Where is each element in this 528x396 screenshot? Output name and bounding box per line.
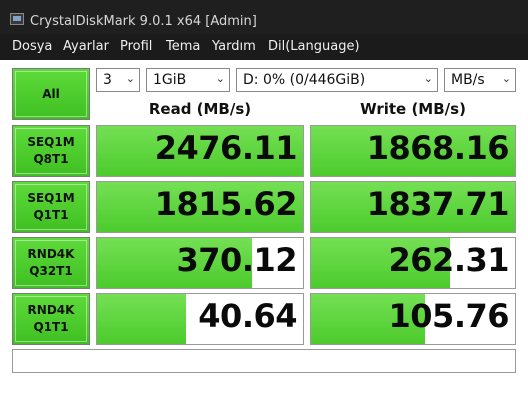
- unit-select[interactable]: MB/s ⌄: [444, 68, 516, 92]
- menu-language[interactable]: Dil(Language): [268, 39, 360, 54]
- size-value: 1GiB: [153, 72, 187, 88]
- window-title: CrystalDiskMark 9.0.1 x64 [Admin]: [30, 14, 257, 29]
- menu-yardim[interactable]: Yardım: [212, 39, 256, 54]
- test-button-seq1m-q1t1[interactable]: SEQ1M Q1T1: [12, 181, 90, 233]
- read-value: 370.12: [176, 241, 298, 279]
- test-button-rnd4k-q1t1[interactable]: RND4K Q1T1: [12, 293, 90, 345]
- count-select[interactable]: 3 ⌄: [96, 68, 140, 92]
- chevron-down-icon: ⌄: [501, 72, 511, 85]
- write-result: 262.31: [310, 237, 516, 289]
- read-value: 40.64: [198, 297, 297, 335]
- comment-field[interactable]: [12, 349, 516, 373]
- read-bar: [97, 294, 186, 344]
- write-value: 105.76: [388, 297, 510, 335]
- read-result: 1815.62: [96, 181, 304, 233]
- chevron-down-icon: ⌄: [423, 72, 433, 85]
- title-bar: CrystalDiskMark 9.0.1 x64 [Admin]: [0, 0, 528, 34]
- test-button-seq1m-q8t1[interactable]: SEQ1M Q8T1: [12, 125, 90, 177]
- read-result: 40.64: [96, 293, 304, 345]
- size-select[interactable]: 1GiB ⌄: [146, 68, 230, 92]
- read-result: 370.12: [96, 237, 304, 289]
- write-result: 1868.16: [310, 125, 516, 177]
- write-value: 1868.16: [366, 129, 510, 167]
- test-name: SEQ1M: [27, 191, 75, 205]
- test-queue: Q1T1: [33, 208, 69, 222]
- unit-value: MB/s: [451, 72, 485, 88]
- write-value: 1837.71: [366, 185, 510, 223]
- write-header: Write (MB/s): [360, 100, 466, 118]
- read-result: 2476.11: [96, 125, 304, 177]
- write-result: 105.76: [310, 293, 516, 345]
- read-value: 2476.11: [154, 129, 298, 167]
- test-queue: Q1T1: [33, 320, 69, 334]
- chevron-down-icon: ⌄: [125, 72, 135, 85]
- test-name: RND4K: [27, 303, 75, 317]
- menu-bar: Dosya Ayarlar Profil Tema Yardım Dil(Lan…: [0, 34, 528, 60]
- test-button-rnd4k-q32t1[interactable]: RND4K Q32T1: [12, 237, 90, 289]
- chevron-down-icon: ⌄: [215, 72, 225, 85]
- test-name: SEQ1M: [27, 135, 75, 149]
- read-value: 1815.62: [154, 185, 298, 223]
- test-queue: Q32T1: [29, 264, 73, 278]
- menu-tema[interactable]: Tema: [166, 39, 200, 54]
- menu-profil[interactable]: Profil: [120, 39, 152, 54]
- write-result: 1837.71: [310, 181, 516, 233]
- read-header: Read (MB/s): [148, 100, 252, 118]
- menu-dosya[interactable]: Dosya: [12, 39, 52, 54]
- write-value: 262.31: [388, 241, 510, 279]
- count-value: 3: [103, 72, 112, 88]
- drive-select[interactable]: D: 0% (0/446GiB) ⌄: [236, 68, 438, 92]
- all-button[interactable]: All: [12, 68, 90, 120]
- test-name: RND4K: [27, 247, 75, 261]
- test-queue: Q8T1: [33, 152, 69, 166]
- menu-ayarlar[interactable]: Ayarlar: [63, 39, 109, 54]
- app-icon: [10, 13, 24, 25]
- drive-value: D: 0% (0/446GiB): [243, 72, 366, 88]
- all-button-label: All: [42, 86, 60, 101]
